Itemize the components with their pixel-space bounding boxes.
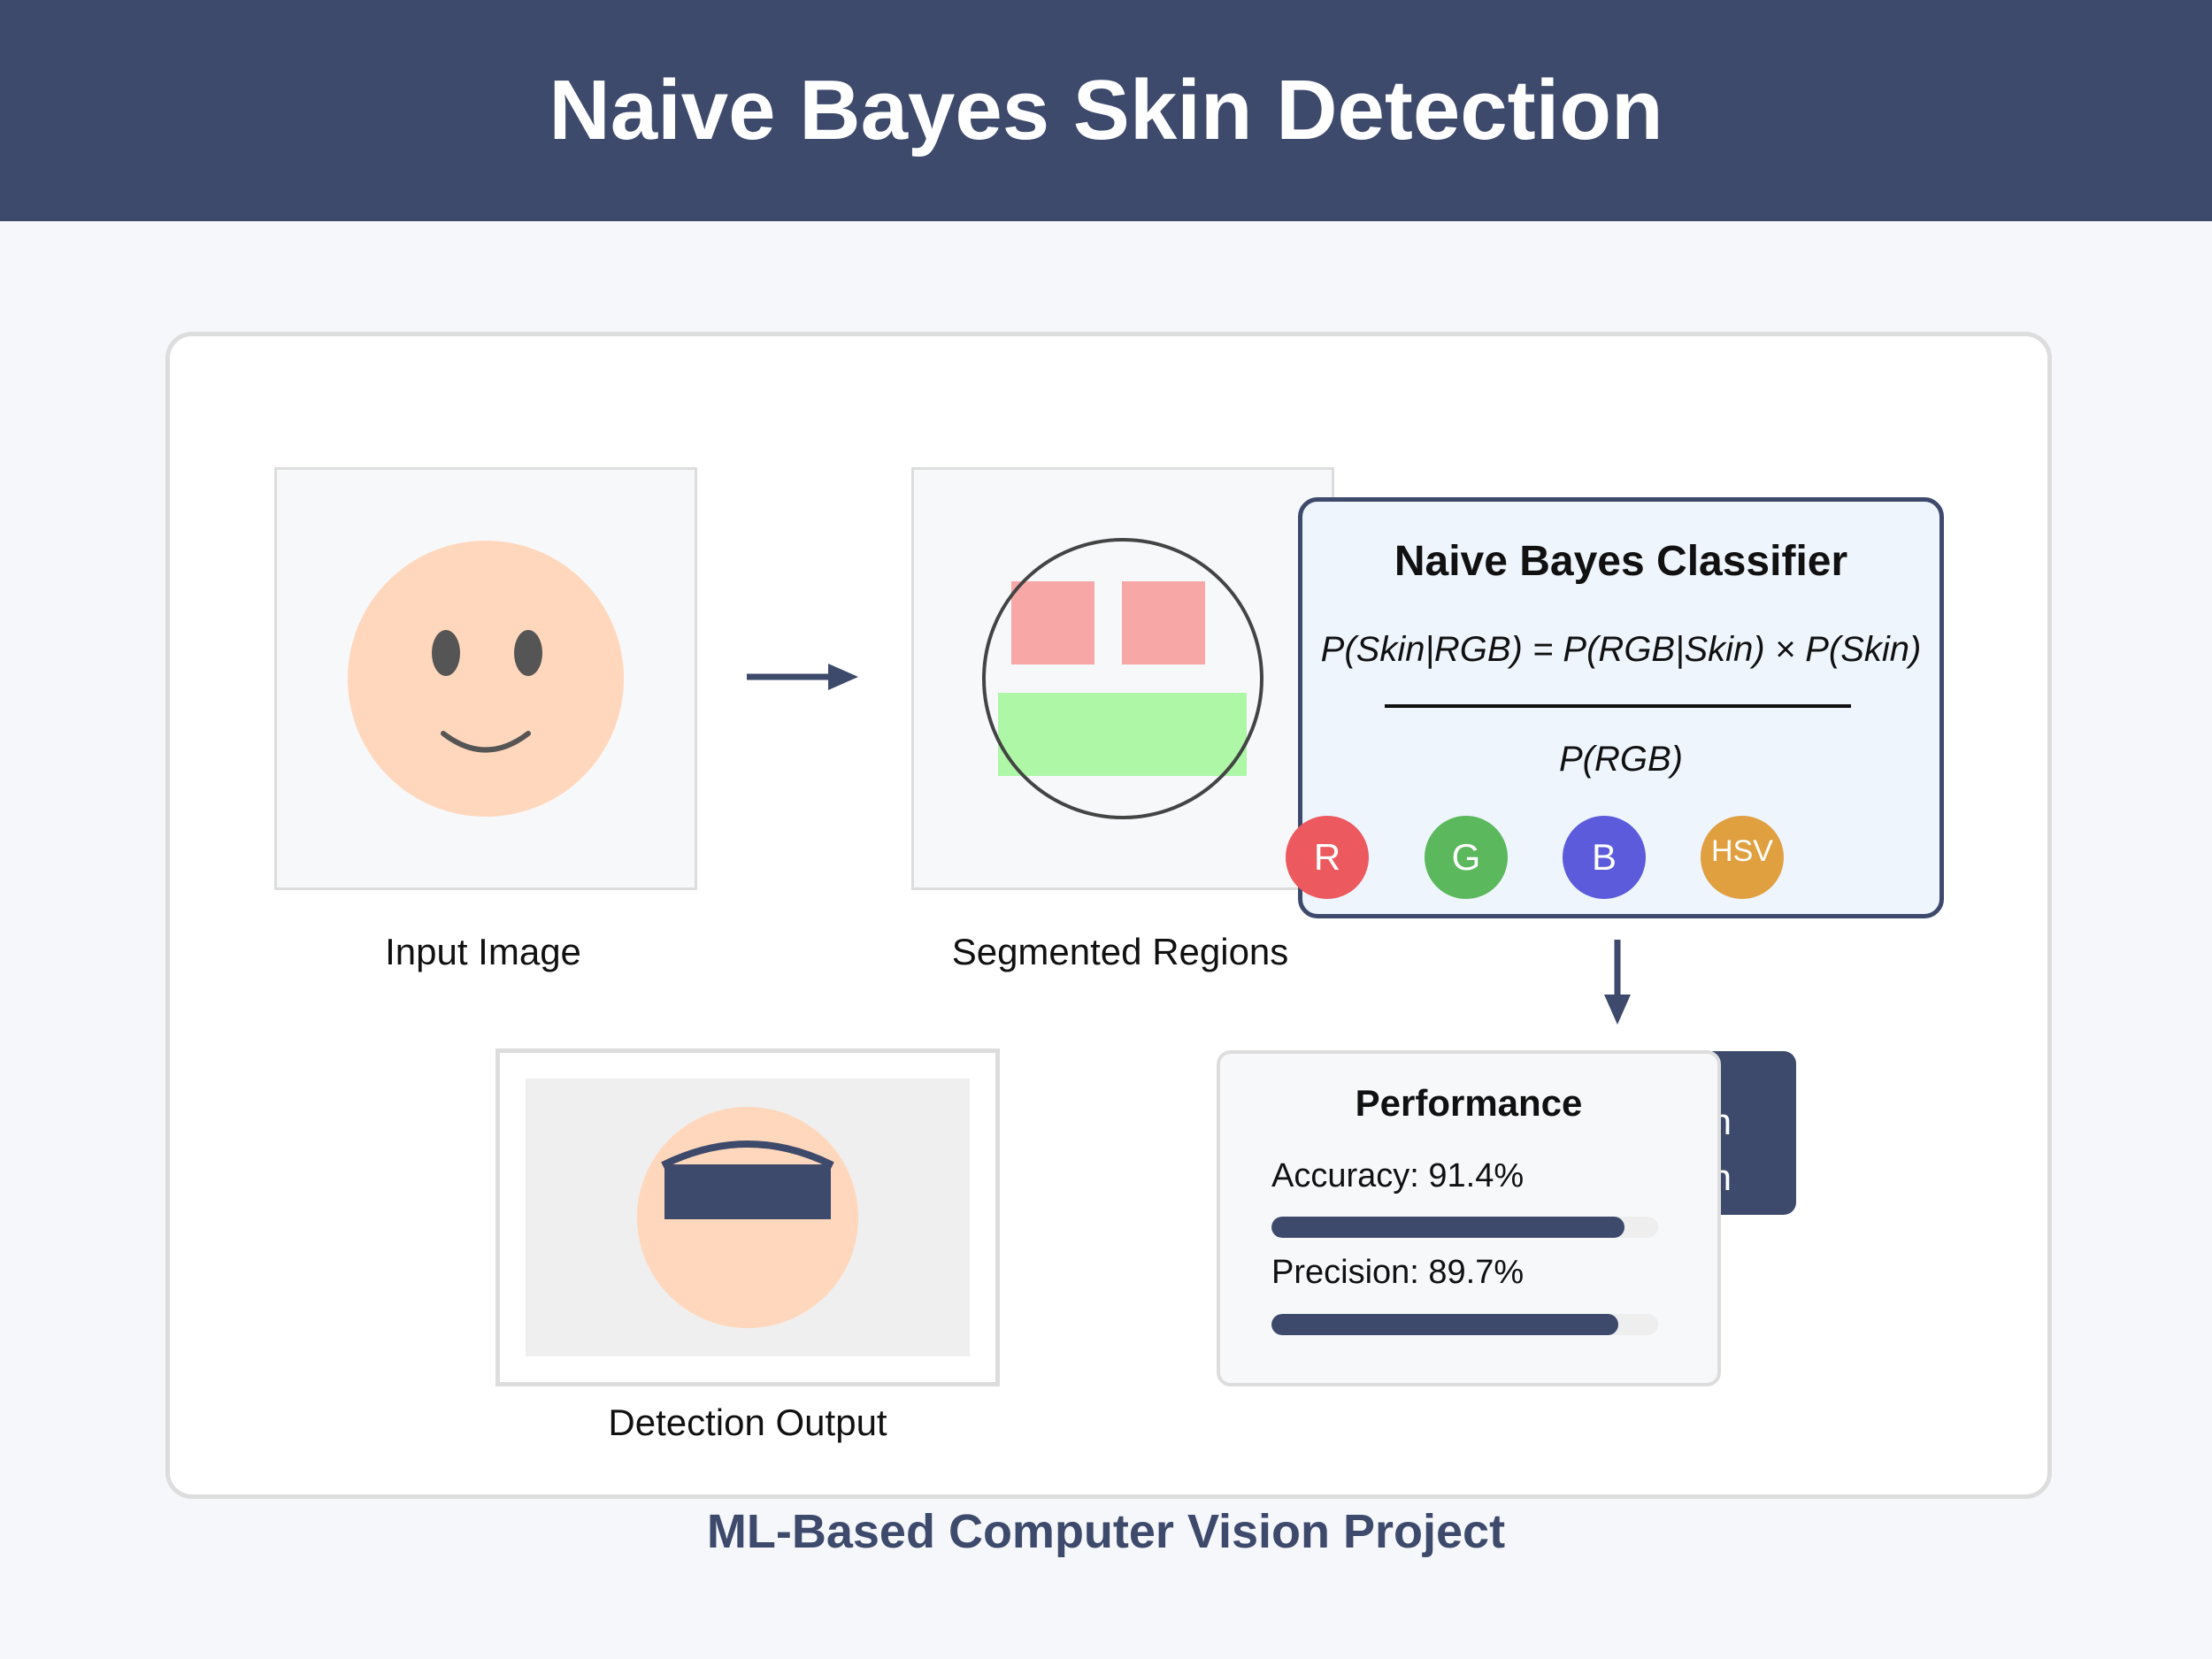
page-title: Naive Bayes Skin Detection [549,63,1663,157]
arrow-right-icon [747,664,858,690]
input-image-caption: Input Image [385,931,581,972]
smiley-face-icon [348,541,624,817]
segmented-regions-caption: Segmented Regions [951,931,1289,972]
region-skin [998,693,1247,776]
feature-r-badge: R [1286,816,1369,899]
feature-b-badge: B [1563,816,1646,899]
feature-g-badge: G [1425,816,1508,899]
input-image-panel [274,467,697,890]
performance-title: Performance [1355,1082,1583,1124]
arrow-down-icon [1604,940,1631,1025]
formula-numerator: P(Skin|RGB) = P(RGB|Skin) × P(Skin) [1320,630,1922,669]
feature-hsv-badge: HSV [1701,816,1784,899]
detection-output-panel [495,1048,1000,1386]
accuracy-bar-fill [1271,1217,1625,1238]
accuracy-bar-track [1271,1217,1658,1238]
accuracy-label: Accuracy: 91.4% [1271,1157,1525,1194]
precision-bar-track [1271,1314,1658,1335]
region-right-eye [1122,581,1205,664]
fraction-line [1385,704,1851,708]
detection-box [664,1164,831,1219]
footer-subtitle: ML-Based Computer Vision Project [706,1505,1506,1558]
precision-bar-fill [1271,1314,1618,1335]
detection-output-graphic [526,1079,970,1356]
segmented-regions-panel [911,467,1334,890]
segmentation-graphic [982,538,1263,819]
classifier-title: Naive Bayes Classifier [1394,538,1848,585]
precision-label: Precision: 89.7% [1271,1254,1525,1291]
formula-denominator: P(RGB) [1559,740,1683,779]
region-left-eye [1011,581,1094,664]
detection-output-caption: Detection Output [608,1402,887,1443]
